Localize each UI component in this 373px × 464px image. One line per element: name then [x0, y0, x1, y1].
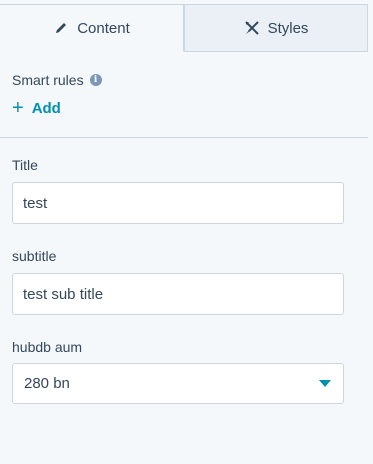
smart-rules-label: Smart rules — [12, 72, 84, 88]
hubdb-selected-value: 280 bn — [24, 375, 70, 392]
subtitle-field-label: subtitle — [12, 248, 57, 264]
subtitle-input[interactable] — [12, 273, 344, 315]
tab-content[interactable]: Content — [0, 4, 184, 52]
tab-styles[interactable]: Styles — [184, 4, 368, 52]
info-icon[interactable]: i — [89, 74, 102, 86]
hubdb-field-label: hubdb aum — [12, 339, 83, 355]
plus-icon: + — [12, 97, 24, 119]
tab-styles-label: Styles — [267, 19, 309, 37]
add-label: Add — [31, 99, 61, 117]
hubdb-select[interactable]: 280 bn — [12, 363, 344, 404]
smart-rules-header: Smart rules i — [12, 72, 102, 88]
dropdown-caret-icon — [319, 380, 331, 387]
title-input[interactable] — [12, 182, 344, 224]
title-field-label: Title — [12, 157, 38, 173]
section-divider — [0, 137, 368, 138]
pencil-icon — [53, 20, 69, 36]
add-smart-rule-button[interactable]: + Add — [12, 98, 61, 118]
paint-tools-icon — [244, 20, 260, 36]
tab-content-label: Content — [77, 19, 130, 37]
editor-tabs: Content Styles — [0, 4, 368, 52]
